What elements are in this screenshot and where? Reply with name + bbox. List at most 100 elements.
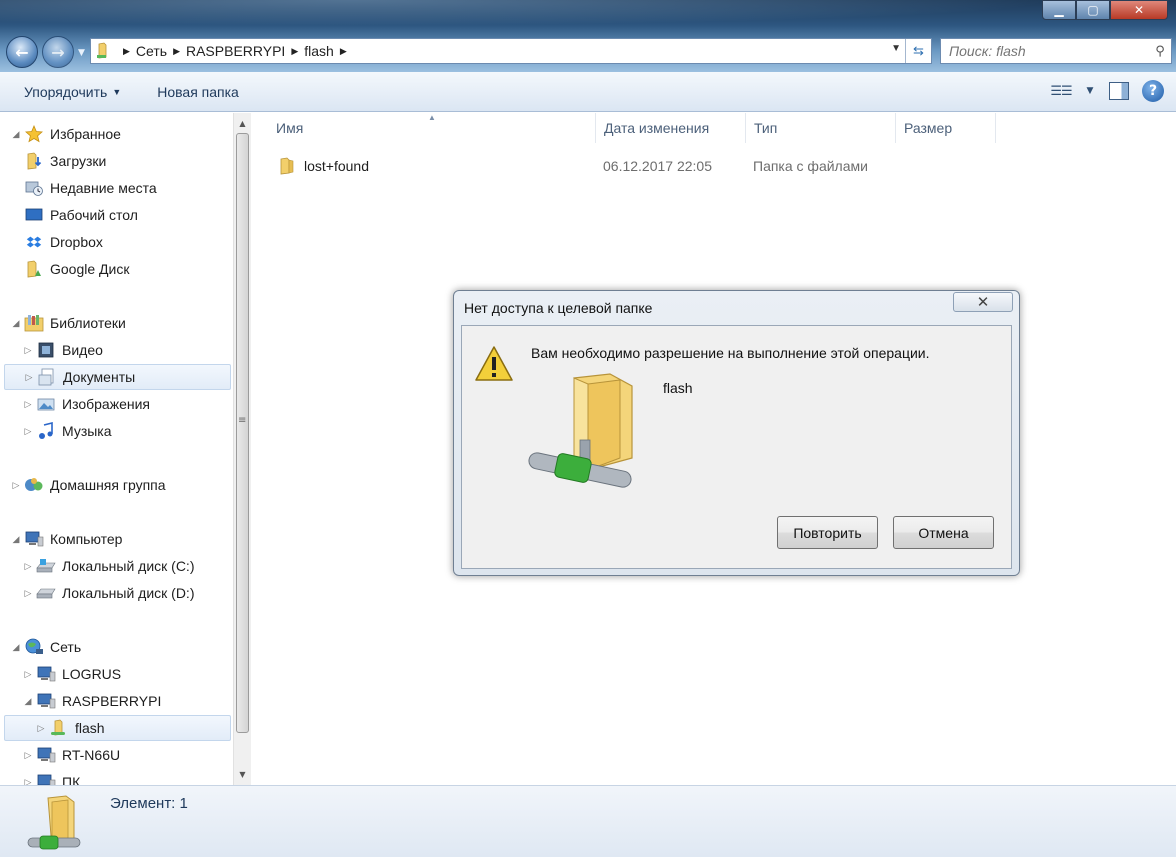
command-bar: Упорядочить ▼ Новая папка ☰☰ ▼ ? <box>0 72 1176 112</box>
collapsed-arrow-icon[interactable]: ▷ <box>23 372 35 383</box>
collapsed-arrow-icon[interactable]: ▷ <box>22 426 34 437</box>
nav-label: Недавние места <box>50 180 157 196</box>
collapsed-arrow-icon[interactable]: ▷ <box>22 588 34 599</box>
collapsed-arrow-icon[interactable]: ▷ <box>22 669 34 680</box>
search-input[interactable] <box>941 43 1149 59</box>
nav-logrus[interactable]: ▷ LOGRUS <box>22 661 122 687</box>
organize-label: Упорядочить <box>24 83 108 100</box>
collapsed-arrow-icon[interactable]: ▷ <box>10 480 22 491</box>
nav-homegroup[interactable]: ▷ Домашняя группа <box>10 472 166 498</box>
nav-rt-n66u[interactable]: ▷ RT-N66U <box>22 742 121 768</box>
nav-raspberrypi[interactable]: ◢ RASPBERRYPI <box>22 688 162 714</box>
breadcrumb-flash[interactable]: flash <box>300 43 338 59</box>
nav-images[interactable]: ▷ Изображения <box>22 391 150 417</box>
dialog-body: Вам необходимо разрешение на выполнение … <box>461 325 1012 569</box>
breadcrumb-separator-icon[interactable]: ▶ <box>289 46 300 57</box>
search-box[interactable]: ⚲ <box>940 38 1172 64</box>
new-folder-button[interactable]: Новая папка <box>145 78 251 106</box>
collapsed-arrow-icon[interactable]: ▷ <box>22 399 34 410</box>
dialog-title: Нет доступа к целевой папке <box>464 300 653 316</box>
expanded-arrow-icon[interactable]: ◢ <box>10 318 22 329</box>
nav-computer[interactable]: ◢ Компьютер <box>10 526 123 552</box>
collapsed-arrow-icon[interactable]: ▷ <box>35 723 47 734</box>
nav-label: Видео <box>62 342 103 358</box>
retry-button[interactable]: Повторить <box>777 516 878 549</box>
maximize-button[interactable]: ▢ <box>1076 0 1110 20</box>
nav-dropbox[interactable]: Dropbox <box>24 229 103 255</box>
minimize-button[interactable]: ▁ <box>1042 0 1076 20</box>
expanded-arrow-icon[interactable]: ◢ <box>10 129 22 140</box>
column-header-size[interactable]: Размер <box>896 113 996 143</box>
homegroup-icon <box>24 476 44 494</box>
close-window-button[interactable]: ✕ <box>1110 0 1168 20</box>
nav-label: Dropbox <box>50 234 103 250</box>
nav-documents[interactable]: ▷ Документы <box>4 364 231 390</box>
nav-desktop[interactable]: Рабочий стол <box>24 202 138 228</box>
collapsed-arrow-icon[interactable]: ▷ <box>22 777 34 786</box>
refresh-button[interactable]: ⇆ <box>905 39 931 63</box>
breadcrumb-network[interactable]: Сеть <box>132 43 171 59</box>
address-bar[interactable]: ▶ Сеть ▶ RASPBERRYPI ▶ flash ▶ ▼ ⇆ <box>90 38 932 64</box>
column-header-date[interactable]: Дата изменения <box>596 113 746 143</box>
details-pane: Элемент: 1 <box>0 785 1176 857</box>
scroll-up-icon[interactable]: ▲ <box>234 115 251 132</box>
expanded-arrow-icon[interactable]: ◢ <box>10 642 22 653</box>
collapsed-arrow-icon[interactable]: ▷ <box>22 345 34 356</box>
cancel-button[interactable]: Отмена <box>893 516 994 549</box>
nav-video[interactable]: ▷ Видео <box>22 337 103 363</box>
preview-pane-button[interactable] <box>1106 78 1132 104</box>
forward-button[interactable]: → <box>42 36 74 68</box>
nav-pk[interactable]: ▷ ПК <box>22 769 80 785</box>
column-label: Имя <box>276 120 304 136</box>
nav-favorites[interactable]: ◢ Избранное <box>10 121 121 147</box>
warning-icon <box>474 344 514 384</box>
recent-pages-dropdown[interactable]: ▼ <box>78 48 85 58</box>
nav-recent-places[interactable]: Недавние места <box>24 175 157 201</box>
collapsed-arrow-icon[interactable]: ▷ <box>22 561 34 572</box>
organize-button[interactable]: Упорядочить ▼ <box>12 78 133 106</box>
libraries-icon <box>24 314 44 332</box>
recent-places-icon <box>24 179 44 197</box>
expanded-arrow-icon[interactable]: ◢ <box>22 696 34 707</box>
nav-music[interactable]: ▷ Музыка <box>22 418 112 444</box>
help-icon[interactable]: ? <box>1142 80 1164 102</box>
nav-disk-c[interactable]: ▷ Локальный диск (C:) <box>22 553 195 579</box>
breadcrumb-separator-icon[interactable]: ▶ <box>171 46 182 57</box>
search-icon[interactable]: ⚲ <box>1149 44 1171 59</box>
nav-flash[interactable]: ▷ flash <box>4 715 231 741</box>
network-computer-icon <box>36 692 56 710</box>
nav-downloads[interactable]: Загрузки <box>24 148 106 174</box>
nav-network[interactable]: ◢ Сеть <box>10 634 81 660</box>
scrollbar-thumb[interactable] <box>236 133 249 733</box>
column-header-type[interactable]: Тип <box>746 113 896 143</box>
nav-label: Загрузки <box>50 153 107 169</box>
column-label: Тип <box>754 120 778 136</box>
network-computer-icon <box>36 665 56 683</box>
refresh-icon: ⇆ <box>913 43 924 58</box>
nav-label: Локальный диск (C:) <box>62 558 195 574</box>
nav-google-drive[interactable]: Google Диск <box>24 256 129 282</box>
nav-scrollbar[interactable]: ▲ ≡ ▼ <box>233 113 251 785</box>
arrow-right-icon: → <box>51 42 65 62</box>
expanded-arrow-icon[interactable]: ◢ <box>10 534 22 545</box>
folder-icon <box>278 157 300 175</box>
close-icon: ✕ <box>1133 3 1145 17</box>
chevron-down-icon[interactable]: ▼ <box>1084 78 1096 104</box>
column-header-name[interactable]: Имя <box>268 113 596 143</box>
address-dropdown-icon[interactable]: ▼ <box>891 43 901 54</box>
breadcrumb-raspberrypi[interactable]: RASPBERRYPI <box>182 43 289 59</box>
nav-disk-d[interactable]: ▷ Локальный диск (D:) <box>22 580 195 606</box>
table-row[interactable]: lost+found 06.12.2017 22:05 Папка с файл… <box>278 153 998 179</box>
view-options-icon[interactable]: ☰☰ <box>1048 78 1074 104</box>
breadcrumb-separator-icon[interactable]: ▶ <box>338 46 349 57</box>
network-folder-icon <box>97 42 117 60</box>
collapsed-arrow-icon[interactable]: ▷ <box>22 750 34 761</box>
downloads-folder-icon <box>24 152 44 170</box>
nav-label: Сеть <box>50 639 82 655</box>
nav-libraries[interactable]: ◢ Библиотеки <box>10 310 126 336</box>
nav-label: Документы <box>63 369 136 385</box>
scroll-down-icon[interactable]: ▼ <box>234 766 251 783</box>
nav-label: RASPBERRYPI <box>62 693 162 709</box>
dialog-close-button[interactable]: ✕ <box>953 292 1013 312</box>
back-button[interactable]: ← <box>6 36 38 68</box>
